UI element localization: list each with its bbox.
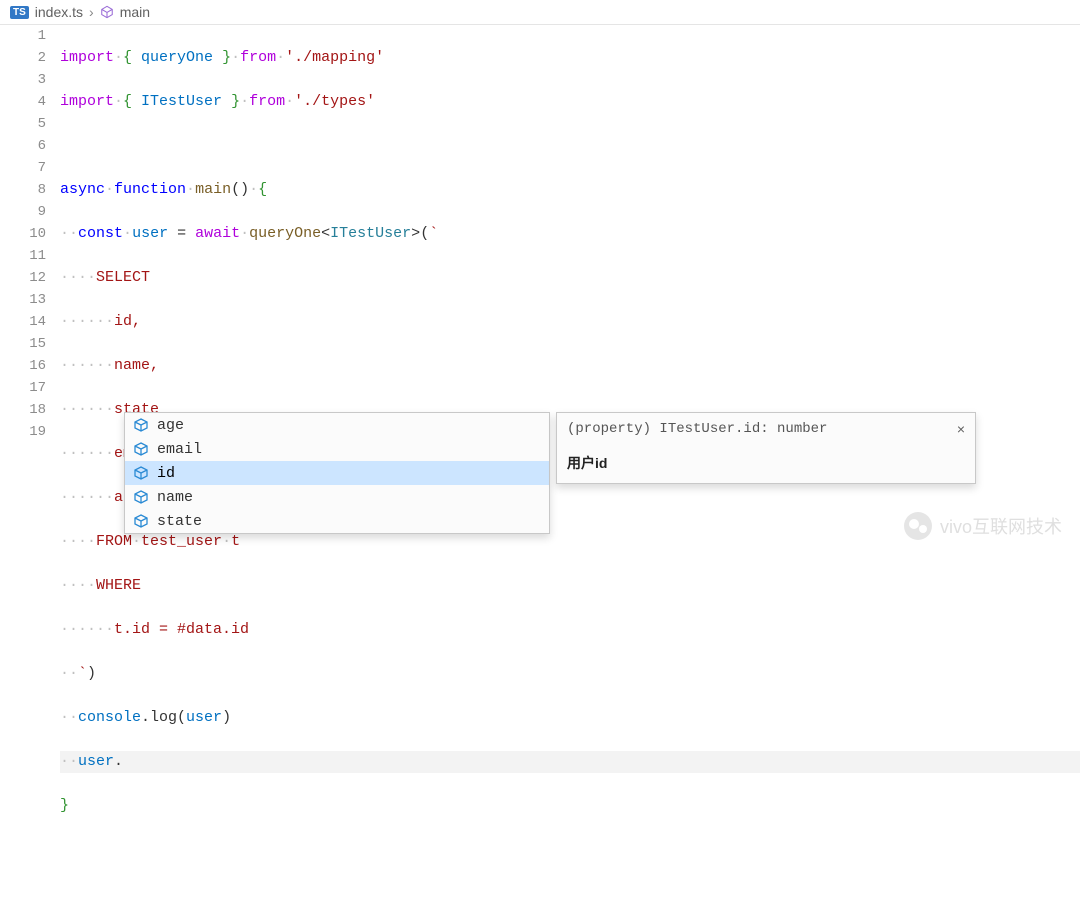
symbol-method-icon — [100, 5, 114, 19]
wechat-icon — [904, 512, 932, 540]
autocomplete-item-age[interactable]: age — [125, 413, 549, 437]
ts-badge-icon: TS — [10, 6, 29, 19]
chevron-right-icon: › — [89, 4, 94, 20]
symbol-field-icon — [133, 417, 149, 433]
breadcrumb-file[interactable]: index.ts — [35, 4, 83, 20]
watermark: vivo互联网技术 — [904, 512, 1062, 540]
symbol-field-icon — [133, 465, 149, 481]
watermark-text: vivo互联网技术 — [940, 513, 1062, 539]
tooltip-signature: (property) ITestUser.id: number — [567, 421, 827, 437]
autocomplete-popup[interactable]: age email id name state — [124, 412, 550, 534]
symbol-field-icon — [133, 441, 149, 457]
autocomplete-item-id[interactable]: id — [125, 461, 549, 485]
tooltip-description: 用户id — [557, 445, 975, 483]
symbol-field-icon — [133, 489, 149, 505]
close-icon[interactable]: × — [957, 421, 965, 437]
autocomplete-item-state[interactable]: state — [125, 509, 549, 533]
hover-tooltip: (property) ITestUser.id: number × 用户id — [556, 412, 976, 484]
symbol-field-icon — [133, 513, 149, 529]
autocomplete-item-name[interactable]: name — [125, 485, 549, 509]
line-number-gutter: 1 2 3 4 5 6 7 8 9 10 11 12 13 14 15 16 1… — [0, 25, 60, 905]
autocomplete-item-email[interactable]: email — [125, 437, 549, 461]
breadcrumb-symbol[interactable]: main — [120, 4, 150, 20]
breadcrumb: TS index.ts › main — [0, 0, 1080, 25]
